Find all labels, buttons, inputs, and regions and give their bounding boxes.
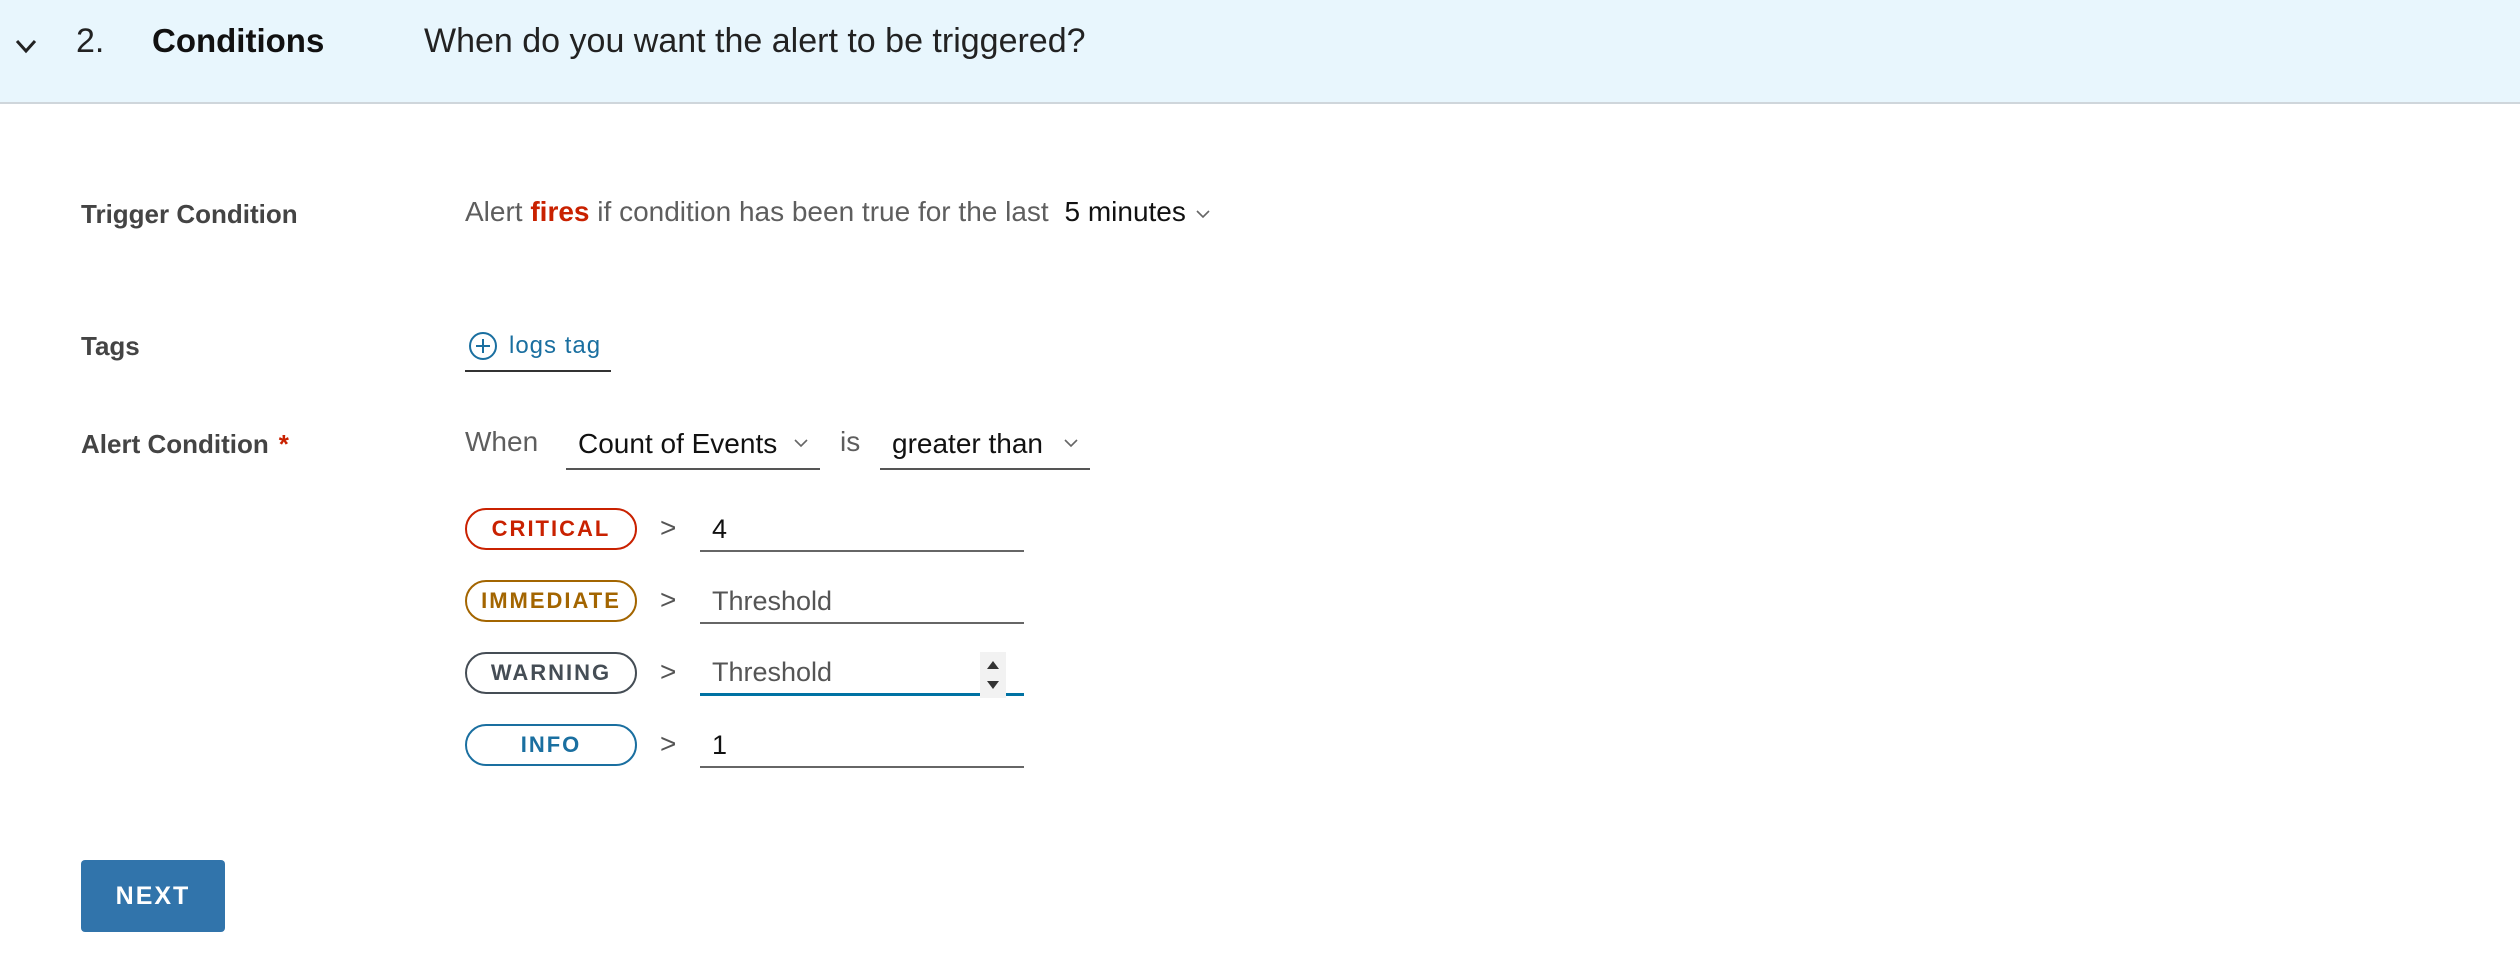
when-text: When (465, 426, 539, 457)
step-number: 2. (76, 22, 105, 60)
duration-value: 5 minutes (1064, 196, 1186, 227)
immediate-threshold-input[interactable] (700, 580, 1024, 624)
info-label: INFO (520, 732, 582, 757)
plus-circle-icon (469, 332, 497, 360)
info-badge: INFO (465, 724, 637, 766)
trigger-text-prefix: Alert (465, 196, 523, 227)
add-tag-label: logs tag (509, 332, 602, 359)
duration-dropdown[interactable]: 5 minutes (1064, 196, 1211, 228)
is-text: is (840, 426, 861, 457)
warning-threshold-input[interactable] (700, 652, 1024, 696)
next-button[interactable]: NEXT (81, 860, 225, 932)
alert-condition-label: Alert Condition * (81, 429, 289, 460)
critical-threshold-input[interactable] (700, 508, 1024, 552)
metric-select[interactable]: Count of Events (566, 418, 820, 470)
trigger-condition-label: Trigger Condition (81, 199, 298, 229)
number-spinner[interactable] (980, 652, 1006, 698)
trigger-text-fires: fires (530, 196, 590, 227)
chevron-down-icon (1196, 210, 1210, 218)
chevron-down-icon (1064, 439, 1078, 448)
step-header[interactable]: 2. Conditions When do you want the alert… (0, 0, 2520, 104)
immediate-comparator: > (660, 584, 677, 615)
operator-select[interactable]: greater than (880, 418, 1090, 470)
chevron-down-icon[interactable] (12, 32, 40, 60)
add-logs-tag-button[interactable]: logs tag (465, 326, 611, 372)
critical-label: CRITICAL (491, 516, 611, 541)
warning-badge: WARNING (465, 652, 637, 694)
immediate-badge: IMMEDIATE (465, 580, 637, 622)
immediate-label: IMMEDIATE (481, 588, 621, 613)
step-title: Conditions (152, 22, 325, 59)
warning-comparator: > (660, 656, 677, 687)
step-question: When do you want the alert to be trigger… (424, 22, 1086, 60)
trigger-condition-text: Alert fires if condition has been true f… (465, 196, 1212, 228)
info-threshold-input[interactable] (700, 724, 1024, 768)
info-comparator: > (660, 728, 677, 759)
operator-value: greater than (892, 428, 1043, 459)
warning-label: WARNING (490, 660, 612, 685)
tags-label: Tags (81, 331, 140, 361)
chevron-down-icon (794, 439, 808, 448)
trigger-text-suffix: if condition has been true for the last (597, 196, 1049, 227)
critical-comparator: > (660, 512, 677, 543)
required-asterisk: * (278, 429, 289, 459)
alert-condition-label-text: Alert Condition (81, 429, 269, 459)
metric-value: Count of Events (578, 428, 778, 459)
critical-badge: CRITICAL (465, 508, 637, 550)
